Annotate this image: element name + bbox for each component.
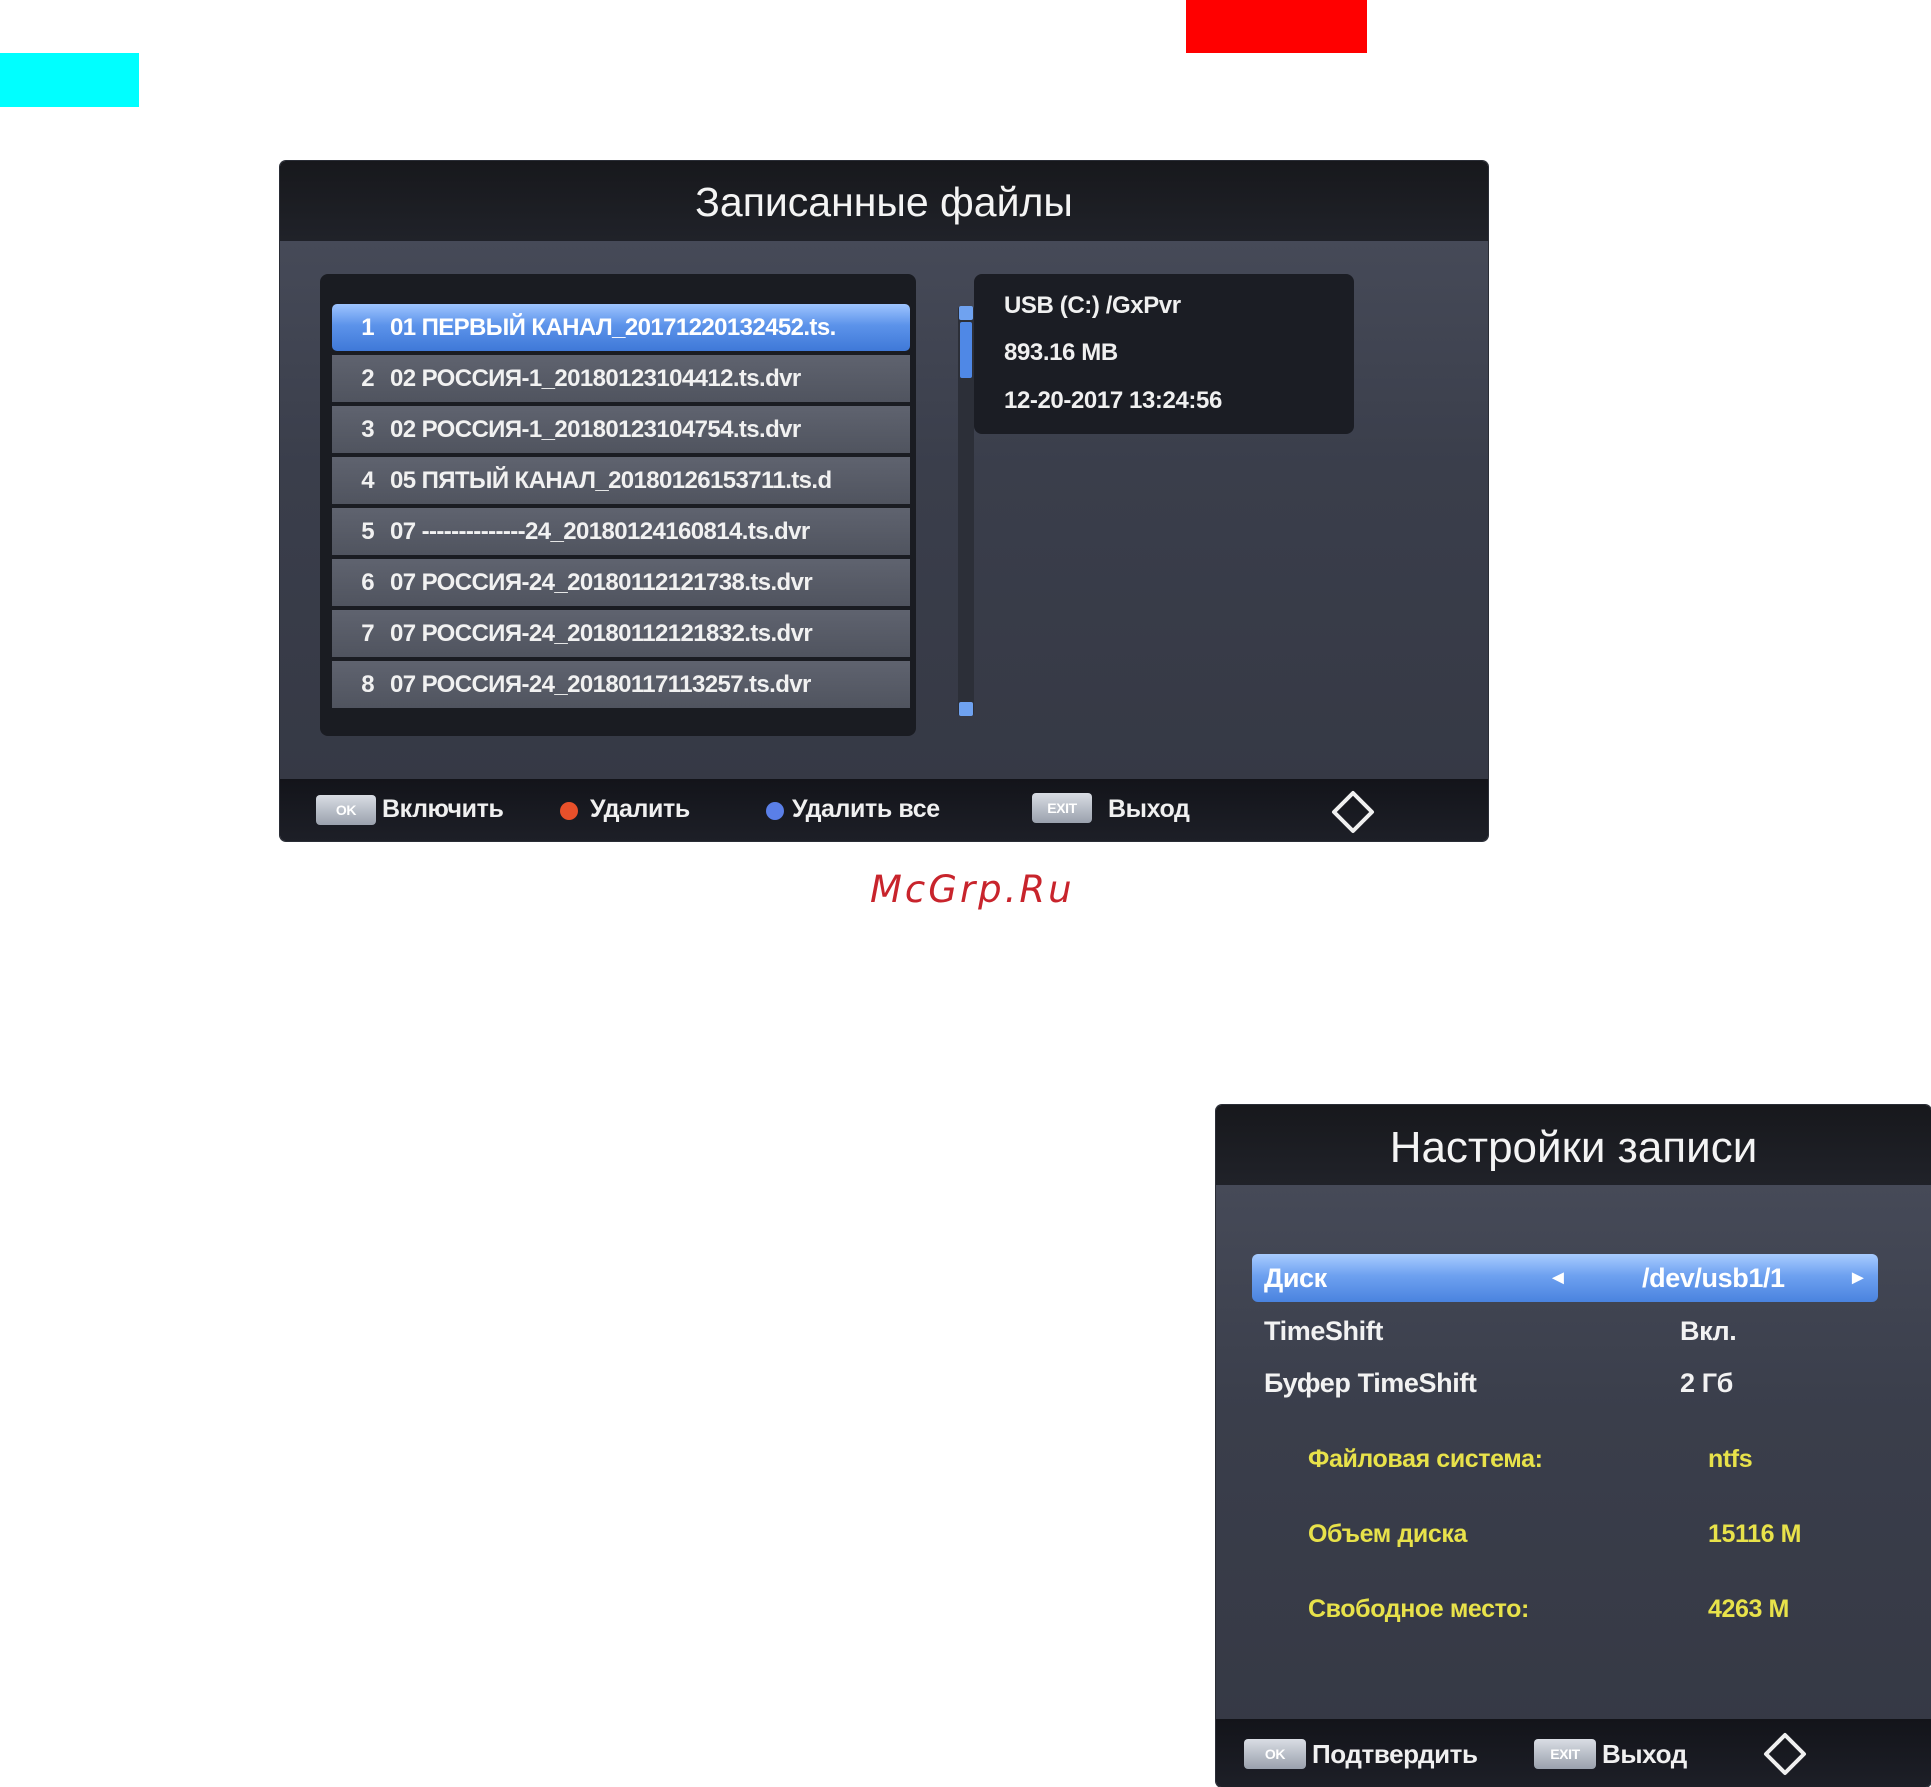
file-list-item[interactable]: 3 02 РОССИЯ-1_20180123104754.ts.dvr: [332, 406, 910, 453]
disk-info-filesystem: Файловая система: ntfs: [1308, 1445, 1753, 1474]
file-name: 01 ПЕРВЫЙ КАНАЛ_20171220132452.ts.: [390, 314, 836, 341]
file-number: 4: [361, 467, 374, 494]
delete-button[interactable]: Удалить: [590, 795, 690, 824]
confirm-button[interactable]: Подтвердить: [1312, 1739, 1478, 1770]
recorded-files-footer: OK Включить Удалить Удалить все EXIT Вых…: [280, 779, 1488, 841]
scroll-down-arrow-icon[interactable]: [959, 702, 973, 716]
file-name: 02 РОССИЯ-1_20180123104754.ts.dvr: [390, 416, 801, 443]
arrow-right-icon[interactable]: ►: [1848, 1254, 1868, 1302]
navigation-arrows-icon: [1764, 1733, 1806, 1775]
file-list-item[interactable]: 1 01 ПЕРВЫЙ КАНАЛ_20171220132452.ts.: [332, 304, 910, 351]
file-list-item[interactable]: 2 02 РОССИЯ-1_20180123104412.ts.dvr: [332, 355, 910, 402]
file-date: 12-20-2017 13:24:56: [1004, 387, 1222, 414]
record-settings-footer: OK Подтвердить EXIT Выход: [1216, 1719, 1931, 1787]
disk-info-capacity: Объем диска 15116 M: [1308, 1520, 1802, 1549]
file-number: 1: [361, 314, 374, 341]
file-number: 6: [361, 569, 374, 596]
setting-label: Диск: [1264, 1263, 1327, 1293]
settings-row-timeshift[interactable]: TimeShift Вкл.: [1252, 1307, 1878, 1355]
file-size: 893.16 MB: [1004, 339, 1118, 366]
exit-button[interactable]: Выход: [1108, 795, 1190, 824]
recorded-files-title: Записанные файлы: [280, 161, 1488, 241]
file-number: 7: [361, 620, 374, 647]
play-button[interactable]: Включить: [382, 795, 504, 824]
file-list-scrollbar[interactable]: [958, 306, 974, 716]
blue-button-icon: [766, 802, 784, 820]
cyan-color-swatch: [0, 53, 139, 107]
file-name: 07 РОССИЯ-24_20180112121832.ts.dvr: [390, 620, 813, 647]
settings-row-timeshift-buffer[interactable]: Буфер TimeShift 2 Гб: [1252, 1359, 1878, 1407]
record-settings-title: Настройки записи: [1216, 1105, 1931, 1185]
scroll-thumb[interactable]: [960, 322, 972, 378]
watermark: McGrp.Ru: [870, 868, 1075, 911]
scroll-up-arrow-icon[interactable]: [959, 306, 973, 320]
file-name: 07 --------------24_20180124160814.ts.dv…: [390, 518, 810, 545]
file-path: USB (C:) /GxPvr: [1004, 292, 1181, 319]
setting-label: Буфер TimeShift: [1264, 1368, 1477, 1398]
file-name: 07 РОССИЯ-24_20180117113257.ts.dvr: [390, 671, 811, 698]
disk-info-label: Объем диска: [1308, 1520, 1467, 1548]
record-settings-screen: Настройки записи Диск ◄ /dev/usb1/1 ► Ti…: [1216, 1105, 1931, 1787]
file-name: 05 ПЯТЫЙ КАНАЛ_20180126153711.ts.d: [390, 467, 832, 494]
exit-key-icon: EXIT: [1032, 793, 1092, 823]
file-number: 5: [361, 518, 374, 545]
arrow-left-icon[interactable]: ◄: [1548, 1254, 1568, 1302]
file-list-item[interactable]: 6 07 РОССИЯ-24_20180112121738.ts.dvr: [332, 559, 910, 606]
disk-info-value: 15116 M: [1708, 1520, 1802, 1548]
recorded-files-screen: Записанные файлы 1 01 ПЕРВЫЙ КАНАЛ_201712…: [280, 161, 1488, 841]
file-list: 1 01 ПЕРВЫЙ КАНАЛ_20171220132452.ts. 2 02 …: [320, 274, 974, 736]
navigation-arrows-icon: [1332, 791, 1374, 833]
delete-all-button[interactable]: Удалить все: [792, 795, 940, 824]
red-color-swatch: [1186, 0, 1367, 53]
setting-label: TimeShift: [1264, 1316, 1383, 1346]
file-name: 02 РОССИЯ-1_20180123104412.ts.dvr: [390, 365, 801, 392]
ok-key-icon: OK: [316, 795, 376, 825]
file-name: 07 РОССИЯ-24_20180112121738.ts.dvr: [390, 569, 813, 596]
file-number: 2: [361, 365, 374, 392]
disk-info-value: ntfs: [1708, 1445, 1753, 1473]
disk-info-free-space: Свободное место: 4263 M: [1308, 1595, 1789, 1624]
exit-button[interactable]: Выход: [1602, 1739, 1687, 1770]
file-info-panel: USB (C:) /GxPvr 893.16 MB 12-20-2017 13:…: [974, 274, 1354, 434]
file-number: 3: [361, 416, 374, 443]
file-list-item[interactable]: 8 07 РОССИЯ-24_20180117113257.ts.dvr: [332, 661, 910, 708]
setting-value: 2 Гб: [1680, 1368, 1733, 1398]
file-list-item[interactable]: 4 05 ПЯТЫЙ КАНАЛ_20180126153711.ts.d: [332, 457, 910, 504]
red-button-icon: [560, 802, 578, 820]
setting-value: /dev/usb1/1: [1642, 1263, 1785, 1293]
file-number: 8: [361, 671, 374, 698]
file-list-item[interactable]: 7 07 РОССИЯ-24_20180112121832.ts.dvr: [332, 610, 910, 657]
setting-value: Вкл.: [1680, 1316, 1737, 1346]
disk-info-label: Свободное место:: [1308, 1595, 1529, 1623]
disk-info-value: 4263 M: [1708, 1595, 1789, 1623]
exit-key-icon: EXIT: [1534, 1739, 1596, 1769]
settings-row-disk[interactable]: Диск ◄ /dev/usb1/1 ►: [1252, 1254, 1878, 1302]
file-list-item[interactable]: 5 07 --------------24_20180124160814.ts.d…: [332, 508, 910, 555]
ok-key-icon: OK: [1244, 1739, 1306, 1769]
disk-info-label: Файловая система:: [1308, 1445, 1543, 1473]
